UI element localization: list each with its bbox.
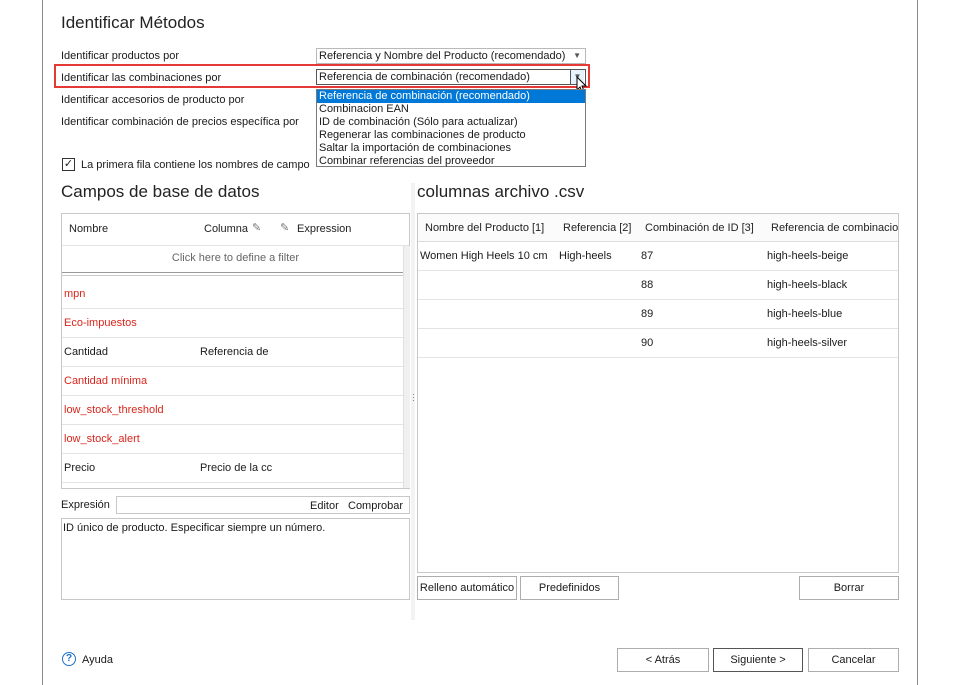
csv-col-header[interactable]: Combinación de ID [3] xyxy=(645,222,754,234)
table-row[interactable]: Women High Heels 10 cm High-heels 87 hig… xyxy=(418,241,898,271)
db-fields-grid[interactable]: Nombre Columna ✎ ✎ Expression Click here… xyxy=(61,213,410,489)
col-header-column[interactable]: Columna xyxy=(204,223,252,235)
divider xyxy=(62,245,409,246)
expression-label: Expresión xyxy=(61,499,110,511)
dropdown-option[interactable]: ID de combinación (Sólo para actualizar) xyxy=(317,116,585,129)
table-row[interactable]: Precio Precio de la cc xyxy=(62,453,403,483)
csv-col-header[interactable]: Referencia [2] xyxy=(563,222,631,234)
csv-grid[interactable]: Nombre del Producto [1] Referencia [2] C… xyxy=(417,213,899,573)
dropdown-option[interactable]: Saltar la importación de combinaciones xyxy=(317,142,585,155)
table-row[interactable]: 90 high-heels-silver xyxy=(418,328,898,358)
divider xyxy=(62,272,403,276)
checkmark-icon: ✓ xyxy=(63,158,74,170)
check-button[interactable]: Comprobar xyxy=(348,500,403,512)
cancel-button[interactable]: Cancelar xyxy=(808,648,899,672)
dropdown-option[interactable]: Regenerar las combinaciones de producto xyxy=(317,129,585,142)
highlight-box xyxy=(54,64,590,88)
autofill-button[interactable]: Relleno automático xyxy=(417,576,517,600)
editor-button[interactable]: Editor xyxy=(310,500,339,512)
back-button[interactable]: < Atrás xyxy=(617,648,709,672)
table-row[interactable]: 88 high-heels-black xyxy=(418,270,898,300)
first-row-label: La primera fila contiene los nombres de … xyxy=(81,159,310,171)
clear-button[interactable]: Borrar xyxy=(799,576,899,600)
col-header-name[interactable]: Nombre xyxy=(69,223,108,235)
page-title: Identificar Métodos xyxy=(61,13,205,32)
products-label: Identificar productos por xyxy=(61,50,180,62)
next-button[interactable]: Siguiente > xyxy=(713,648,803,672)
table-row[interactable]: Cantidad mínima xyxy=(62,366,403,396)
csv-columns-title: columnas archivo .csv xyxy=(417,182,585,201)
help-icon[interactable]: ? xyxy=(62,652,76,666)
pencil-icon[interactable]: ✎ xyxy=(252,221,261,234)
csv-col-header[interactable]: Referencia de combinacio xyxy=(771,222,898,234)
expression-description[interactable]: ID único de producto. Especificar siempr… xyxy=(61,518,410,600)
vertical-scrollbar[interactable] xyxy=(403,246,410,488)
table-row[interactable]: 89 high-heels-blue xyxy=(418,299,898,329)
csv-col-header[interactable]: Nombre del Producto [1] xyxy=(425,222,544,234)
first-row-checkbox[interactable]: ✓ xyxy=(62,158,75,171)
dropdown-option[interactable]: Referencia de combinación (recomendado) xyxy=(317,90,585,103)
table-row[interactable]: mpn xyxy=(62,279,403,309)
table-row[interactable]: Cantidad Referencia de xyxy=(62,337,403,367)
col-header-expression[interactable]: Expression xyxy=(297,223,351,235)
pencil-icon[interactable]: ✎ xyxy=(280,221,289,234)
products-select-value: Referencia y Nombre del Producto (recome… xyxy=(319,50,566,62)
specific-price-label: Identificar combinación de precios espec… xyxy=(61,116,299,128)
dropdown-option[interactable]: Combinar referencias del proveedor xyxy=(317,155,585,168)
window-left-edge xyxy=(42,0,43,685)
products-select[interactable]: Referencia y Nombre del Producto (recome… xyxy=(316,48,586,64)
combinations-dropdown-list[interactable]: Referencia de combinación (recomendado) … xyxy=(316,89,586,167)
splitter-grip-icon[interactable]: · · · xyxy=(412,391,415,405)
table-row[interactable]: low_stock_threshold xyxy=(62,395,403,425)
accessories-label: Identificar accesorios de producto por xyxy=(61,94,245,106)
window-right-edge xyxy=(917,0,918,685)
db-fields-title: Campos de base de datos xyxy=(61,182,260,201)
predefined-button[interactable]: Predefinidos xyxy=(520,576,619,600)
chevron-down-icon: ▼ xyxy=(573,51,581,60)
table-row[interactable]: low_stock_alert xyxy=(62,424,403,454)
dropdown-option[interactable]: Combinacion EAN xyxy=(317,103,585,116)
table-row[interactable]: Eco-impuestos xyxy=(62,308,403,338)
filter-row[interactable]: Click here to define a filter xyxy=(62,252,409,264)
help-link[interactable]: Ayuda xyxy=(82,654,113,666)
